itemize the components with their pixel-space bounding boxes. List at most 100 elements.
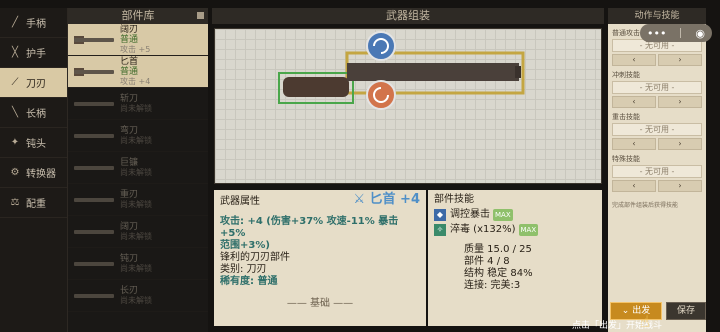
stat-structure: 结构 稳定 84% [464,268,533,279]
part-row[interactable]: 斩刀 尚未解锁 [68,88,208,120]
blade-icon: ⟋ [11,77,19,88]
skill-slot[interactable]: - 无可用 - [612,165,702,178]
crit-icon: ◆ [434,209,446,221]
description: 锋利的刀刃部件 [220,252,290,263]
mini-program-capsule: ••• ◉ [640,24,712,42]
top-socket-icon[interactable] [366,31,396,61]
weapon-name: ⚔ 匕首 +4 [353,192,420,207]
slot-arrows: ‹ › [612,54,702,66]
part-name: 长刃 [120,285,139,296]
part-quality: 普通 [120,66,139,77]
part-row[interactable]: 阔刀 尚未解锁 [68,216,208,248]
sidebar-item-label: 转换器 [26,169,56,180]
part-name: 巨镰 [120,157,139,168]
guard-icon: ╳ [11,47,19,58]
part-meta: 尚未解锁 [120,135,152,145]
next-arrow-icon[interactable]: › [658,180,702,192]
prev-arrow-icon[interactable]: ‹ [612,138,656,150]
slot-label: 重击技能 [612,113,640,121]
sidebar-item-label: 刀刃 [26,79,46,90]
part-quality: 普通 [120,34,139,45]
blade-thumbnail [72,187,116,213]
part-meta: 尚未解锁 [120,167,152,177]
part-row[interactable]: 长刃 尚未解锁 [68,280,208,312]
skill-badge: MAX [493,209,513,221]
next-arrow-icon[interactable]: › [658,54,702,66]
parts-library: 部件库 阔刃 普通 攻击 +5 匕首 普通 攻击 +4 斩刀 尚未解锁 弯刀 尚… [68,8,208,332]
part-row[interactable]: 巨镰 尚未解锁 [68,152,208,184]
sidebar-item-guard[interactable]: ╳ 护手 [0,38,67,68]
sidebar-item-label: 配重 [26,199,46,210]
part-name: 斩刀 [120,93,139,104]
sidebar-item-handle[interactable]: ╱ 手柄 [0,8,67,38]
category: 类别: 刀刃 [220,264,267,275]
weapon-stats: 质量 15.0 / 25 部件 4 / 8 结构 稳定 84% 连接: 完美:3 [434,244,596,292]
handle-grip [283,77,349,97]
part-meta: 尚未解锁 [120,263,152,273]
part-row[interactable]: 钝刀 尚未解锁 [68,248,208,280]
sidebar-item-pole[interactable]: ╲ 长柄 [0,98,67,128]
assembly-canvas[interactable] [214,28,602,184]
blade-thumbnail [72,251,116,277]
blade-thumbnail [72,219,116,245]
sidebar-item-mace-head[interactable]: ✦ 钝头 [0,128,67,158]
part-row-selected[interactable]: 阔刃 普通 攻击 +5 [68,24,208,56]
parts-library-header: 部件库 [68,8,208,24]
base-divider: —— 基础 —— [286,298,354,309]
crossed-swords-icon: ⚔ [353,192,365,207]
rail-footnote: 完成部件组装后获得技能 [612,202,679,209]
part-row[interactable]: 重刃 尚未解锁 [68,184,208,216]
category-sidebar: ╱ 手柄 ╳ 护手 ⟋ 刀刃 ╲ 长柄 ✦ 钝头 ⚙ 转换器 ⚖ 配重 [0,8,68,332]
part-meta: 尚未解锁 [120,103,152,113]
part-name: 弯刀 [120,125,139,136]
prev-arrow-icon[interactable]: ‹ [612,180,656,192]
part-meta: 攻击 +5 [120,44,151,54]
slot-arrows: ‹ › [612,180,702,192]
collapse-icon[interactable] [197,12,204,19]
pointing-hand-icon: ☝ [640,312,650,331]
stat-connection: 连接: 完美:3 [464,280,521,291]
save-button[interactable]: 保存 [666,302,706,320]
blade-thumbnail [72,59,116,85]
stat-parts: 部件 4 / 8 [464,256,510,267]
part-skills: 部件技能 ◆ 调控暴击 MAX ✧ 淬毒 (x132%) MAX 质量 15.0… [428,190,602,326]
sidebar-item-weight[interactable]: ⚖ 配重 [0,188,67,218]
skill-slot[interactable]: - 无可用 - [612,123,702,136]
part-meta: 尚未解锁 [120,231,152,241]
sidebar-item-blade[interactable]: ⟋ 刀刃 [0,68,67,98]
prev-arrow-icon[interactable]: ‹ [612,54,656,66]
mace-head-icon: ✦ [10,137,20,148]
sidebar-item-label: 手柄 [26,19,46,30]
part-row[interactable]: 匕首 普通 攻击 +4 [68,56,208,88]
blade-body [347,63,519,81]
part-row[interactable]: 弯刀 尚未解锁 [68,120,208,152]
sidebar-item-label: 长柄 [26,109,46,120]
handle-icon: ╱ [11,17,19,28]
close-target-icon[interactable]: ◉ [695,27,705,40]
poison-icon: ✧ [434,224,446,236]
blade-thumbnail [72,155,116,181]
prev-arrow-icon[interactable]: ‹ [612,96,656,108]
sidebar-item-converter[interactable]: ⚙ 转换器 [0,158,67,188]
actions-skills-header: 动作与技能 [608,8,706,24]
weight-icon: ⚖ [10,197,20,208]
converter-icon: ⚙ [10,167,20,178]
blade-thumbnail [72,27,116,53]
assembly-header: 武器组装 [212,8,604,24]
attack-line-cont: 范围+3%) [220,240,270,251]
blade-tip [515,66,521,78]
stat-mass: 质量 15.0 / 25 [464,244,532,255]
skill-name: 调控暴击 [450,209,490,220]
deploy-chevron-icon: ⌄ [621,306,630,316]
skill-slot[interactable]: - 无可用 - [612,81,702,94]
bottom-socket-icon[interactable] [366,80,396,110]
sidebar-item-label: 护手 [26,49,46,60]
actions-skills-panel: 动作与技能 普通攻击 - 无可用 - ‹ › 冲刺技能 - 无可用 - ‹ › … [608,8,706,332]
next-arrow-icon[interactable]: › [658,138,702,150]
attack-line: 攻击: +4 (伤害+37% 攻速-11% 暴击+5% [220,216,399,239]
part-meta: 尚未解锁 [120,199,152,209]
next-arrow-icon[interactable]: › [658,96,702,108]
more-icon[interactable]: ••• [647,27,666,40]
blade-thumbnail [72,91,116,117]
weapon-preview [278,31,525,110]
